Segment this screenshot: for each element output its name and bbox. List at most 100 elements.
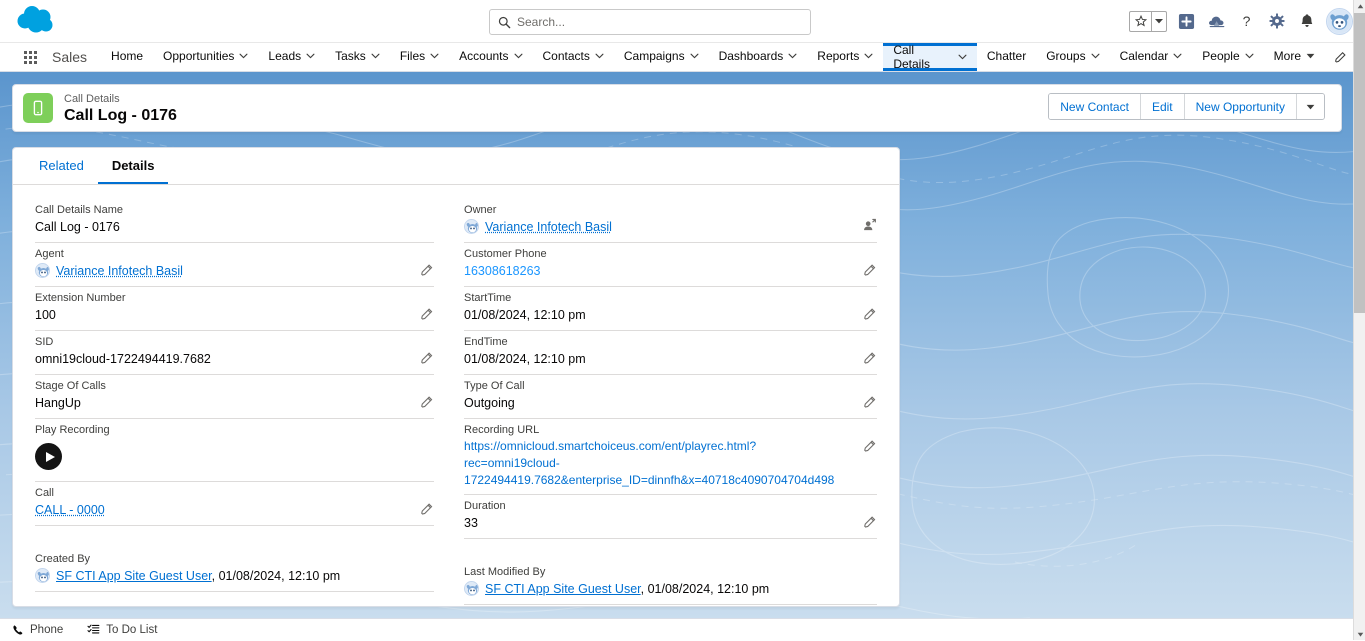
nav-item-tasks[interactable]: Tasks: [325, 43, 390, 71]
search-input[interactable]: [517, 12, 787, 32]
nav-item-groups[interactable]: Groups: [1036, 43, 1109, 71]
utility-item-phone[interactable]: Phone: [0, 619, 75, 641]
record-title-block: Call Details Call Log - 0176: [64, 92, 177, 125]
edit-pencil-icon[interactable]: [420, 395, 434, 409]
tab-related[interactable]: Related: [25, 148, 98, 184]
todo-list-icon: [87, 623, 100, 636]
global-search-box[interactable]: [489, 9, 811, 35]
field-label: Call: [35, 486, 434, 501]
user-link[interactable]: Variance Infotech Basil: [485, 220, 612, 234]
chevron-down-icon: [430, 53, 439, 59]
user-avatar[interactable]: [1326, 8, 1353, 35]
nav-item-label: Opportunities: [163, 49, 234, 63]
field-endtime: EndTime01/08/2024, 12:10 pm: [464, 331, 877, 375]
nav-item-label: Chatter: [987, 49, 1026, 63]
field-last-modified-by: Last Modified BySF CTI App Site Guest Us…: [464, 561, 877, 605]
edit-pencil-icon[interactable]: [863, 351, 877, 365]
help-icon[interactable]: ?: [1236, 11, 1257, 32]
nav-item-call-details[interactable]: Call Details: [883, 43, 977, 71]
app-name-label: Sales: [52, 43, 87, 71]
edit-pencil-icon[interactable]: [863, 307, 877, 321]
field-value[interactable]: Variance Infotech Basil: [464, 218, 877, 237]
edit-pencil-icon[interactable]: [863, 263, 877, 277]
tab-details[interactable]: Details: [98, 148, 169, 184]
field-value[interactable]: https://omnicloud.smartchoiceus.com/ent/…: [464, 438, 877, 489]
nav-item-campaigns[interactable]: Campaigns: [614, 43, 709, 71]
nav-item-leads[interactable]: Leads: [258, 43, 325, 71]
record-link[interactable]: CALL - 0000: [35, 503, 105, 517]
field-agent: Agent Variance Infotech Basil: [35, 243, 434, 287]
service-setup-icon[interactable]: [1206, 11, 1227, 32]
page-scrollbar[interactable]: [1353, 0, 1365, 640]
edit-pencil-icon[interactable]: [863, 439, 877, 453]
edit-pencil-icon[interactable]: [863, 395, 877, 409]
nav-item-home[interactable]: Home: [101, 43, 153, 71]
nav-item-opportunities[interactable]: Opportunities: [153, 43, 258, 71]
nav-item-label: Calendar: [1120, 49, 1169, 63]
scroll-down-arrow-icon[interactable]: [1354, 628, 1365, 640]
audit-timestamp: , 01/08/2024, 12:10 pm: [212, 569, 341, 583]
scroll-up-arrow-icon[interactable]: [1354, 0, 1365, 12]
field-value: Call Log - 0176: [35, 218, 434, 237]
new-opportunity-button[interactable]: New Opportunity: [1185, 94, 1297, 119]
nav-item-label: Home: [111, 49, 143, 63]
field-value[interactable]: CALL - 0000: [35, 501, 434, 520]
nav-item-dashboards[interactable]: Dashboards: [709, 43, 808, 71]
favorites-control[interactable]: [1129, 11, 1167, 32]
chevron-down-icon: [1245, 53, 1254, 59]
nav-item-calendar[interactable]: Calendar: [1110, 43, 1193, 71]
caret-down-icon: [1306, 53, 1315, 59]
salesforce-cloud-logo[interactable]: [16, 4, 60, 36]
field-value: 01/08/2024, 12:10 pm: [464, 350, 877, 369]
field-label: Agent: [35, 247, 434, 262]
play-recording-button[interactable]: [35, 443, 62, 470]
field-value[interactable]: Variance Infotech Basil: [35, 262, 434, 281]
utility-item-todo-label: To Do List: [106, 624, 157, 636]
utility-item-todo-list[interactable]: To Do List: [75, 619, 169, 641]
nav-item-reports[interactable]: Reports: [807, 43, 883, 71]
favorites-dropdown-icon[interactable]: [1151, 12, 1166, 31]
field-label: EndTime: [464, 335, 877, 350]
field-recording-url: Recording URLhttps://omnicloud.smartchoi…: [464, 419, 877, 495]
field-value: SF CTI App Site Guest User, 01/08/2024, …: [464, 580, 877, 599]
change-owner-icon[interactable]: [862, 217, 877, 232]
nav-item-people[interactable]: People: [1192, 43, 1263, 71]
setup-gear-icon[interactable]: [1266, 11, 1287, 32]
field-label: Recording URL: [464, 423, 877, 438]
field-value: 100: [35, 306, 434, 325]
field-value[interactable]: 16308618263: [464, 262, 877, 281]
edit-pencil-icon[interactable]: [863, 515, 877, 529]
field-sid: SIDomni19cloud-1722494419.7682: [35, 331, 434, 375]
nav-item-chatter[interactable]: Chatter: [977, 43, 1036, 71]
new-contact-button[interactable]: New Contact: [1049, 94, 1141, 119]
edit-pencil-icon[interactable]: [420, 351, 434, 365]
nav-item-files[interactable]: Files: [390, 43, 449, 71]
search-icon: [498, 16, 511, 29]
user-link[interactable]: SF CTI App Site Guest User: [485, 582, 641, 596]
nav-edit-pencil-icon[interactable]: [1325, 43, 1355, 71]
chevron-down-icon: [1091, 53, 1100, 59]
nav-item-label: People: [1202, 49, 1239, 63]
edit-pencil-icon[interactable]: [420, 307, 434, 321]
global-actions-icon[interactable]: [1176, 11, 1197, 32]
user-link[interactable]: Variance Infotech Basil: [56, 264, 183, 278]
scrollbar-thumb[interactable]: [1354, 13, 1365, 313]
audit-timestamp: , 01/08/2024, 12:10 pm: [641, 582, 770, 596]
mobile-phone-icon: [23, 93, 53, 123]
nav-item-more[interactable]: More: [1264, 43, 1325, 71]
utility-bar: Phone To Do List: [0, 618, 1353, 640]
nav-item-accounts[interactable]: Accounts: [449, 43, 532, 71]
edit-button[interactable]: Edit: [1141, 94, 1185, 119]
notifications-bell-icon[interactable]: [1296, 11, 1317, 32]
more-actions-button[interactable]: [1297, 94, 1324, 119]
favorites-star-icon[interactable]: [1130, 12, 1151, 31]
nav-item-label: Groups: [1046, 49, 1085, 63]
field-value: 33: [464, 514, 877, 533]
nav-item-contacts[interactable]: Contacts: [533, 43, 614, 71]
edit-pencil-icon[interactable]: [420, 502, 434, 516]
chevron-down-icon: [864, 53, 873, 59]
user-link[interactable]: SF CTI App Site Guest User: [56, 569, 212, 583]
nav-item-label: Tasks: [335, 49, 366, 63]
edit-pencil-icon[interactable]: [420, 263, 434, 277]
app-launcher-icon[interactable]: [18, 43, 42, 71]
